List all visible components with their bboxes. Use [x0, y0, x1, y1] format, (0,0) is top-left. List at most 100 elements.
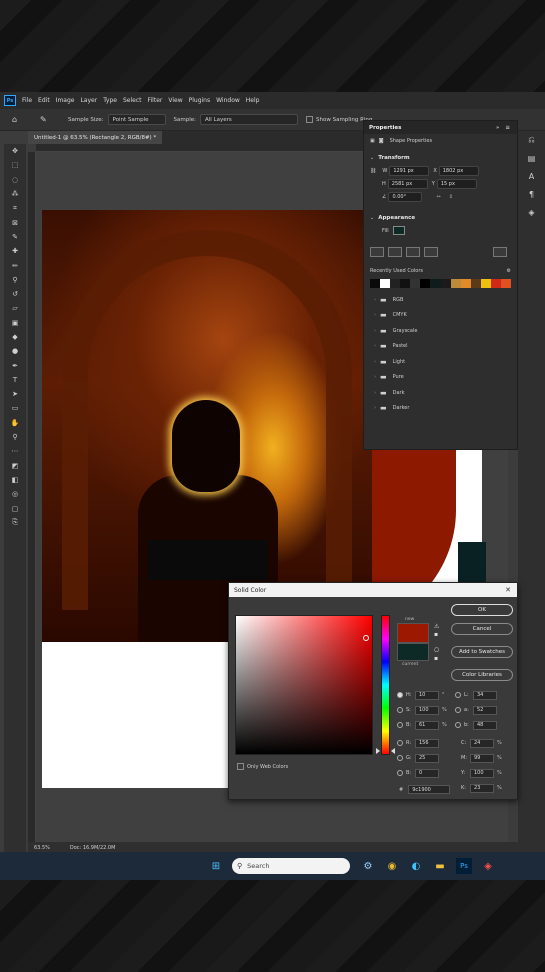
gamut-warning-icon[interactable]: ⚠ ▪ ⎔ ▪ [434, 623, 442, 663]
panel-menu-icon[interactable]: » ≡ [496, 125, 512, 131]
color-cursor[interactable] [363, 635, 369, 641]
blue-input[interactable]: 0 [415, 768, 439, 778]
gear-icon[interactable]: ⚙ [507, 268, 511, 274]
flip-vertical-icon[interactable]: ⇳ [449, 194, 453, 200]
app-icon[interactable]: ◈ [480, 858, 496, 874]
screen-mode-icon[interactable]: ▢ [4, 501, 26, 515]
default-colors-icon[interactable]: ◩ [4, 459, 26, 473]
swatch-folder[interactable]: › ▬ Darker [364, 401, 517, 417]
b-radio[interactable] [397, 722, 403, 728]
pen-tool-icon[interactable]: ✒ [4, 358, 26, 372]
chevron-right-icon[interactable]: › [374, 374, 376, 380]
fill-swatch[interactable] [392, 226, 405, 235]
recent-color-swatch[interactable] [390, 279, 401, 288]
swatch-folder[interactable]: › ▬ Grayscale [364, 323, 517, 339]
l-input[interactable]: 34 [473, 690, 497, 700]
share-icon[interactable]: ⎘ [4, 516, 26, 530]
dodge-tool-icon[interactable]: ● [4, 344, 26, 358]
hex-input[interactable]: 9c1900 [408, 785, 451, 794]
swatch-folder[interactable]: › ▬ Pastel [364, 339, 517, 355]
history-brush-icon[interactable]: ↺ [4, 287, 26, 301]
swatch-folder[interactable]: › ▬ Light [364, 354, 517, 370]
home-icon[interactable]: ⌂ [12, 115, 22, 125]
s-input[interactable]: 100 [415, 705, 439, 715]
menu-select[interactable]: Select [123, 97, 142, 104]
character-panel-icon[interactable]: A [518, 167, 545, 185]
sample-size-select[interactable]: Point Sample [107, 114, 166, 125]
color-picker-button[interactable] [493, 246, 507, 257]
recent-color-swatch[interactable] [501, 279, 512, 288]
recent-color-swatch[interactable] [370, 279, 381, 288]
r-input[interactable]: 156 [415, 738, 439, 748]
chevron-right-icon[interactable]: › [374, 359, 376, 365]
zoom-level[interactable]: 63.5% [34, 845, 50, 851]
menu-plugins[interactable]: Plugins [189, 97, 211, 104]
recent-color-swatch[interactable] [460, 279, 471, 288]
menu-filter[interactable]: Filter [148, 97, 163, 104]
eyedropper-tool-icon[interactable]: ✎ [4, 230, 26, 244]
recent-color-swatch[interactable] [410, 279, 421, 288]
blue-radio[interactable] [397, 770, 403, 776]
recent-color-swatch[interactable] [470, 279, 481, 288]
windows-start-icon[interactable]: ⊞ [208, 858, 224, 874]
y-field[interactable]: 15 px [436, 178, 477, 189]
settings-icon[interactable]: ⚙ [360, 858, 376, 874]
recent-color-swatch[interactable] [490, 279, 502, 288]
swatch-folder[interactable]: › ▬ Dark [364, 385, 517, 401]
show-sampling-ring-checkbox[interactable] [306, 116, 313, 123]
zoom-tool-icon[interactable]: ⚲ [4, 430, 26, 444]
crop-tool-icon[interactable]: ⌗ [4, 201, 26, 215]
ps-logo-icon[interactable]: Ps [4, 95, 16, 106]
swatch-folder[interactable]: › ▬ CMYK [364, 308, 517, 324]
flip-horizontal-icon[interactable]: ⇿ [436, 194, 440, 200]
color-libraries-button[interactable]: Color Libraries [451, 669, 513, 681]
menu-edit[interactable]: Edit [38, 97, 50, 104]
sample-select[interactable]: All Layers [200, 114, 298, 125]
quick-mask-icon[interactable]: ◎ [4, 487, 26, 501]
more-tools-icon[interactable]: ⋯ [4, 444, 26, 458]
recent-color-swatch[interactable] [430, 279, 441, 288]
a-input[interactable]: 52 [473, 705, 497, 715]
k-input[interactable]: 23 [470, 783, 494, 793]
healing-tool-icon[interactable]: ✚ [4, 244, 26, 258]
only-web-colors-checkbox[interactable] [237, 763, 244, 770]
g-input[interactable]: 25 [415, 753, 439, 763]
taskbar-search[interactable]: ⚲ Search [232, 858, 350, 874]
r-radio[interactable] [397, 740, 403, 746]
chevron-right-icon[interactable]: › [374, 297, 376, 303]
y-input[interactable]: 100 [470, 768, 494, 778]
hue-slider-left-arrow[interactable] [376, 748, 380, 754]
paragraph-panel-icon[interactable]: ¶ [518, 185, 545, 203]
swatch-folder[interactable]: › ▬ Pure [364, 370, 517, 386]
pattern-fill-button[interactable] [424, 246, 438, 257]
h-radio[interactable] [397, 692, 403, 698]
chrome-icon[interactable]: ◉ [384, 858, 400, 874]
lab-b-radio[interactable] [455, 722, 461, 728]
link-icon[interactable]: ⛓ [370, 168, 376, 174]
hue-slider-right-arrow[interactable] [391, 748, 395, 754]
move-tool-icon[interactable]: ✥ [4, 144, 26, 158]
quick-select-tool-icon[interactable]: ⁂ [4, 187, 26, 201]
chevron-right-icon[interactable]: › [374, 405, 376, 411]
gradient-tool-icon[interactable]: ▣ [4, 316, 26, 330]
no-fill-button[interactable] [370, 246, 384, 257]
menu-layer[interactable]: Layer [80, 97, 97, 104]
frame-tool-icon[interactable]: ⊠ [4, 215, 26, 229]
ok-button[interactable]: OK [451, 604, 513, 616]
menu-file[interactable]: File [22, 97, 32, 104]
add-to-swatches-button[interactable]: Add to Swatches [451, 646, 513, 658]
chevron-right-icon[interactable]: › [374, 343, 376, 349]
recent-color-swatch[interactable] [480, 279, 491, 288]
comments-panel-icon[interactable]: ▤ [518, 149, 545, 167]
solid-fill-button[interactable] [388, 246, 402, 257]
recent-color-swatch[interactable] [450, 279, 461, 288]
h-input[interactable]: 10 [415, 690, 439, 700]
file-explorer-icon[interactable]: ▬ [432, 858, 448, 874]
menu-view[interactable]: View [168, 97, 182, 104]
stamp-tool-icon[interactable]: ⚲ [4, 273, 26, 287]
hue-slider[interactable] [381, 615, 390, 755]
hand-tool-icon[interactable]: ✋ [4, 416, 26, 430]
menu-type[interactable]: Type [103, 97, 117, 104]
g-radio[interactable] [397, 755, 403, 761]
history-panel-icon[interactable]: ⎌ [518, 131, 545, 149]
